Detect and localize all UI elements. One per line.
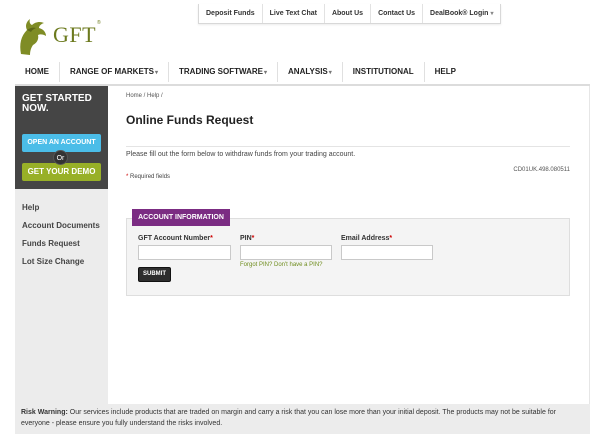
get-started-title: GET STARTED NOW. [22, 93, 92, 114]
top-nav-about-us[interactable]: About Us [325, 4, 372, 23]
nav-range-of-markets-label: RANGE OF MARKETS [70, 67, 154, 76]
required-asterisk: * [210, 235, 213, 242]
top-utility-nav: Deposit Funds Live Text Chat About Us Co… [198, 4, 502, 24]
top-nav-live-text-chat[interactable]: Live Text Chat [263, 4, 325, 23]
nav-institutional-label: INSTITUTIONAL [352, 67, 414, 76]
risk-warning: Risk Warning: Our services include produ… [15, 404, 590, 434]
nav-home[interactable]: HOME [15, 62, 60, 82]
account-information-header: ACCOUNT INFORMATION [132, 209, 230, 226]
sidebar-item-funds-request[interactable]: Funds Request [22, 239, 100, 257]
email-label: Email Address* [341, 235, 392, 242]
nav-trading-software[interactable]: TRADING SOFTWARE▾ [169, 62, 279, 82]
sidebar-item-lot-size-change[interactable]: Lot Size Change [22, 257, 100, 275]
top-nav-dealbook-login[interactable]: DealBook® Login ▾ [423, 4, 500, 23]
chevron-down-icon: ▾ [264, 70, 268, 76]
nav-analysis[interactable]: ANALYSIS▾ [278, 62, 343, 82]
logo-trademark: ® [97, 20, 101, 26]
top-nav-contact-us[interactable]: Contact Us [371, 4, 424, 23]
account-number-label-text: GFT Account Number [138, 235, 211, 242]
nav-range-of-markets[interactable]: RANGE OF MARKETS▾ [60, 62, 170, 82]
or-divider: Or [53, 150, 68, 165]
sidebar-item-help[interactable]: Help [22, 203, 100, 221]
title-divider [126, 146, 570, 147]
logo-text: GFT [53, 22, 97, 47]
get-started-promo: GET STARTED NOW. OPEN AN ACCOUNT GET YOU… [15, 86, 108, 189]
required-fields-note: * Required fields [126, 174, 170, 180]
sidebar: GET STARTED NOW. OPEN AN ACCOUNT GET YOU… [15, 86, 108, 404]
risk-warning-text: Our services include products that are t… [21, 409, 556, 427]
account-number-label: GFT Account Number* [138, 235, 213, 242]
page-title: Online Funds Request [126, 113, 254, 127]
forgot-pin-link[interactable]: Forgot PIN? Don't have a PIN? [240, 262, 323, 268]
chevron-down-icon: ▾ [490, 11, 494, 17]
bull-icon [20, 19, 46, 55]
nav-trading-software-label: TRADING SOFTWARE [179, 67, 264, 76]
submit-button[interactable]: SUBMIT [138, 267, 171, 282]
pin-input[interactable] [240, 245, 332, 260]
reference-code: CD01UK.498.080511 [513, 167, 570, 173]
main-content: Home / Help / Online Funds Request Pleas… [108, 86, 590, 404]
email-input[interactable] [341, 245, 433, 260]
sidebar-links: Help Account Documents Funds Request Lot… [22, 203, 100, 275]
main-nav: HOME RANGE OF MARKETS▾ TRADING SOFTWARE▾… [15, 62, 590, 82]
required-asterisk: * [251, 235, 255, 242]
risk-warning-label: Risk Warning: [21, 409, 68, 416]
gft-logo[interactable]: GFT ® [15, 14, 105, 58]
pin-label-text: PIN [240, 235, 252, 242]
nav-institutional[interactable]: INSTITUTIONAL [343, 62, 425, 82]
nav-help-label: HELP [434, 67, 456, 76]
sidebar-item-account-documents[interactable]: Account Documents [22, 221, 100, 239]
account-number-input[interactable] [138, 245, 231, 260]
required-asterisk: * [126, 174, 129, 180]
intro-text: Please fill out the form below to withdr… [126, 151, 356, 158]
nav-home-label: HOME [25, 67, 49, 76]
required-fields-text: Required fields [130, 174, 171, 180]
chevron-down-icon: ▾ [155, 70, 159, 76]
top-nav-deposit-funds[interactable]: Deposit Funds [199, 4, 263, 23]
pin-label: PIN* [240, 235, 254, 242]
dealbook-login-label: DealBook® Login [430, 10, 489, 17]
required-asterisk: * [389, 235, 393, 242]
breadcrumb[interactable]: Home / Help / [126, 93, 163, 99]
nav-analysis-label: ANALYSIS [288, 67, 328, 76]
chevron-down-icon: ▾ [328, 70, 332, 76]
email-label-text: Email Address [341, 235, 390, 242]
nav-help[interactable]: HELP [425, 62, 466, 82]
